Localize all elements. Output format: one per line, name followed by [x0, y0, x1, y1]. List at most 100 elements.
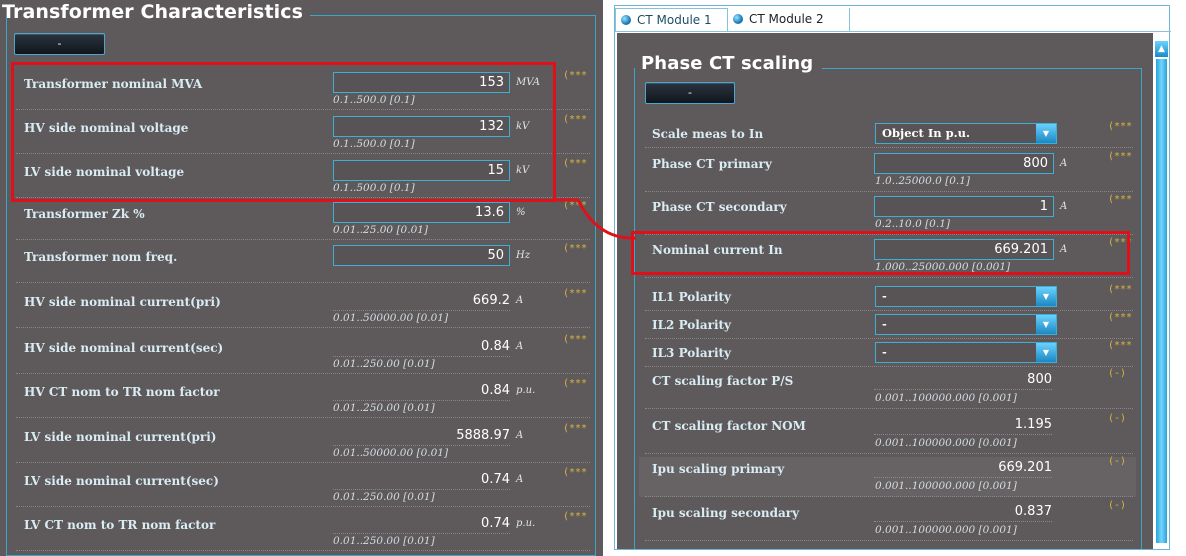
- select-dropdown[interactable]: - ▼: [875, 286, 1057, 307]
- row-label: HV side nominal voltage: [24, 121, 189, 135]
- status-indicator: (***: [563, 70, 588, 81]
- row-label: Phase CT primary: [652, 157, 772, 171]
- value-field[interactable]: 1: [874, 196, 1054, 217]
- row-separator: [16, 197, 590, 198]
- row-label: HV CT nom to TR nom factor: [24, 385, 220, 399]
- range-hint: 0.001..100000.000 [0.001]: [875, 480, 1017, 492]
- value-readout: 0.84: [333, 381, 510, 401]
- status-indicator: (***: [563, 378, 588, 389]
- unit-label: kV: [516, 121, 530, 132]
- status-indicator: (***: [1108, 340, 1133, 351]
- chevron-down-icon[interactable]: ▼: [1036, 315, 1056, 334]
- select-dropdown[interactable]: - ▼: [875, 342, 1057, 363]
- select-value: -: [882, 317, 887, 331]
- value-field[interactable]: 15: [333, 160, 510, 181]
- value-readout: 669.201: [874, 458, 1052, 478]
- select-dropdown[interactable]: Object In p.u. ▼: [875, 123, 1057, 144]
- status-indicator: (***: [1108, 312, 1133, 323]
- tab-ct-module-2[interactable]: CT Module 2: [728, 8, 850, 31]
- tab-bar: CT Module 1 CT Module 2: [615, 6, 1171, 32]
- range-hint: 0.01..50000.00 [0.01]: [333, 447, 449, 459]
- range-hint: 0.01..250.00 [0.01]: [333, 535, 435, 547]
- status-indicator: (***: [1108, 237, 1133, 248]
- chevron-down-icon[interactable]: ▼: [1036, 287, 1056, 306]
- value-field[interactable]: 669.201: [874, 239, 1054, 260]
- scrollbar-thumb[interactable]: [1156, 59, 1167, 543]
- row-separator: [16, 417, 590, 418]
- collapse-button[interactable]: -: [14, 33, 105, 55]
- select-value: Object In p.u.: [882, 126, 971, 140]
- row-separator: [16, 327, 590, 328]
- status-indicator: (***: [563, 158, 588, 169]
- row-separator: [645, 540, 1133, 541]
- row-separator: [16, 153, 590, 154]
- row-separator: [16, 462, 590, 463]
- row-separator: [16, 239, 590, 240]
- row-label: IL2 Polarity: [652, 318, 732, 332]
- unit-label: A: [516, 474, 524, 485]
- status-indicator: (***: [1108, 151, 1133, 162]
- status-indicator: (***: [1108, 284, 1133, 295]
- row-label: CT scaling factor P/S: [652, 374, 794, 388]
- row-label: LV CT nom to TR nom factor: [24, 518, 216, 532]
- status-indicator: (-): [1108, 413, 1127, 424]
- row-label: Transformer Zk %: [24, 207, 145, 221]
- row-separator: [16, 550, 590, 551]
- row-separator: [16, 373, 590, 374]
- row-label: Nominal current In: [652, 243, 783, 257]
- value-field[interactable]: 153: [333, 72, 510, 93]
- range-hint: 1.0..25000.0 [0.1]: [875, 175, 971, 187]
- select-dropdown[interactable]: - ▼: [875, 314, 1057, 335]
- row-label: Ipu scaling secondary: [652, 506, 800, 520]
- status-indicator: (***: [563, 200, 588, 211]
- range-hint: 0.2..10.0 [0.1]: [875, 218, 950, 230]
- row-separator: [645, 366, 1133, 367]
- status-indicator: (***: [563, 423, 588, 434]
- range-hint: 0.001..100000.000 [0.001]: [875, 437, 1017, 449]
- ct-module-panel: CT Module 1 CT Module 2 Phase CT scaling…: [614, 5, 1171, 550]
- status-indicator: (***: [1108, 121, 1133, 132]
- value-readout: 0.837: [874, 502, 1052, 522]
- value-field[interactable]: 800: [874, 153, 1054, 174]
- tab-label: CT Module 2: [749, 12, 824, 26]
- value-readout: 0.84: [333, 337, 510, 357]
- unit-label: p.u.: [516, 518, 536, 529]
- tab-ct-module-1[interactable]: CT Module 1: [615, 8, 728, 31]
- collapse-button[interactable]: -: [645, 82, 735, 104]
- status-indicator: (***: [563, 288, 588, 299]
- value-readout: 0.74: [333, 470, 510, 490]
- value-readout: 800: [874, 370, 1052, 390]
- unit-label: A: [516, 430, 524, 441]
- value-field[interactable]: 132: [333, 116, 510, 137]
- row-separator: [645, 338, 1133, 339]
- tab-label: CT Module 1: [637, 13, 712, 27]
- row-separator: [645, 408, 1133, 409]
- status-indicator: (-): [1108, 500, 1127, 511]
- transformer-characteristics-panel: Transformer Characteristics - Transforme…: [0, 0, 603, 556]
- scroll-up-arrow-icon[interactable]: ▲: [1155, 41, 1168, 57]
- row-label: Transformer nom freq.: [24, 250, 178, 264]
- unit-label: A: [1060, 201, 1068, 212]
- range-hint: 0.001..100000.000 [0.001]: [875, 392, 1017, 404]
- row-label: HV side nominal current(sec): [24, 341, 224, 355]
- row-label: Scale meas to In: [652, 127, 764, 141]
- row-separator: [645, 453, 1133, 454]
- row-separator: [16, 506, 590, 507]
- range-hint: 1.000..25000.000 [0.001]: [875, 261, 1011, 273]
- row-label: LV side nominal current(sec): [24, 474, 219, 488]
- row-separator: [16, 282, 590, 283]
- row-label: IL1 Polarity: [652, 290, 732, 304]
- value-readout: 669.2: [333, 291, 510, 311]
- unit-label: A: [516, 295, 524, 306]
- chevron-down-icon[interactable]: ▼: [1036, 343, 1056, 362]
- value-field[interactable]: 13.6: [333, 202, 510, 223]
- unit-label: Hz: [516, 250, 530, 261]
- tab-underline: [615, 31, 1171, 32]
- chevron-down-icon[interactable]: ▼: [1036, 124, 1056, 143]
- value-field[interactable]: 50: [333, 245, 510, 266]
- range-hint: 0.001..100000.000 [0.001]: [875, 524, 1017, 536]
- unit-label: A: [1060, 244, 1068, 255]
- blue-orb-icon: [733, 13, 743, 24]
- vertical-scrollbar[interactable]: ▲: [1154, 33, 1169, 549]
- select-value: -: [882, 289, 887, 303]
